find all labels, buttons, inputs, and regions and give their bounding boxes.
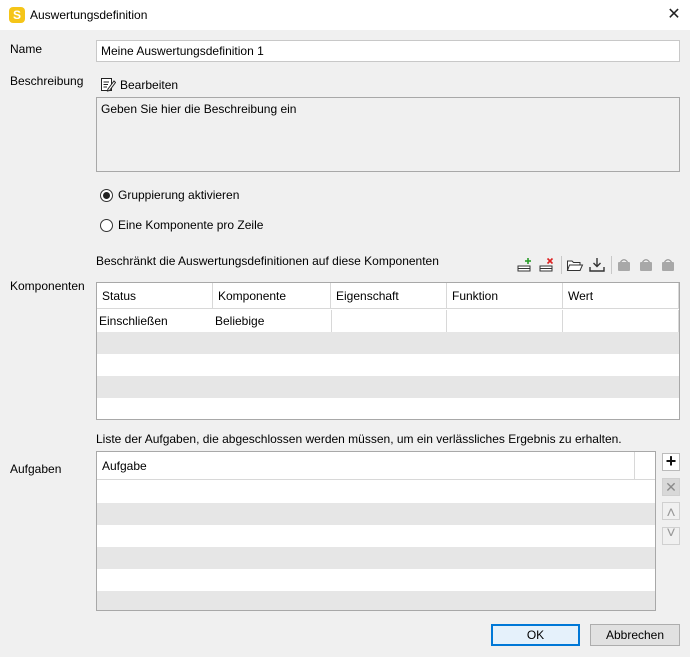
open-folder-icon[interactable] bbox=[566, 256, 584, 274]
table-row bbox=[97, 503, 655, 525]
components-grid[interactable]: Status Komponente Eigenschaft Funktion W… bbox=[96, 282, 680, 420]
column-header-task[interactable]: Aufgabe bbox=[97, 452, 635, 480]
bucket-icon[interactable] bbox=[659, 256, 677, 274]
components-grid-header: Status Komponente Eigenschaft Funktion W… bbox=[97, 283, 679, 309]
table-cell: Einschließen bbox=[99, 314, 168, 328]
table-row bbox=[97, 547, 655, 569]
description-text: Geben Sie hier die Beschreibung ein bbox=[101, 102, 297, 116]
tasks-grid-header: Aufgabe bbox=[97, 452, 655, 480]
table-cell bbox=[447, 310, 563, 332]
table-cell bbox=[563, 310, 679, 332]
ok-button[interactable]: OK bbox=[491, 624, 580, 646]
remove-task-button[interactable]: ✕ bbox=[662, 478, 680, 496]
close-icon[interactable]: ✕ bbox=[662, 4, 686, 26]
table-row bbox=[97, 332, 679, 354]
download-icon[interactable] bbox=[588, 256, 606, 274]
table-row[interactable]: Einschließen Beliebige bbox=[97, 310, 679, 332]
name-label: Name bbox=[10, 42, 43, 56]
column-header-status[interactable]: Status bbox=[97, 283, 213, 309]
per-row-radio[interactable] bbox=[100, 219, 113, 232]
tasks-grid[interactable]: Aufgabe bbox=[96, 451, 656, 611]
table-row bbox=[97, 354, 679, 376]
add-row-icon[interactable] bbox=[516, 256, 534, 274]
components-label: Komponenten bbox=[10, 279, 85, 293]
table-row bbox=[97, 481, 655, 503]
cancel-button[interactable]: Abbrechen bbox=[590, 624, 680, 646]
bucket-icon[interactable] bbox=[615, 256, 633, 274]
add-task-button[interactable]: + bbox=[662, 452, 680, 471]
delete-row-icon[interactable] bbox=[538, 256, 556, 274]
table-row bbox=[97, 569, 655, 591]
move-up-task-button[interactable]: ˄ bbox=[662, 502, 680, 522]
grouping-radio[interactable] bbox=[100, 189, 113, 202]
grouping-radio-label[interactable]: Gruppierung aktivieren bbox=[118, 188, 239, 202]
table-row bbox=[97, 398, 679, 419]
per-row-radio-label[interactable]: Eine Komponente pro Zeile bbox=[118, 218, 263, 232]
name-input[interactable] bbox=[96, 40, 680, 62]
app-logo-icon: S bbox=[9, 7, 25, 23]
toolbar-divider bbox=[611, 256, 612, 274]
bucket-icon[interactable] bbox=[637, 256, 655, 274]
column-header-component[interactable]: Komponente bbox=[213, 283, 331, 309]
tasks-hint: Liste der Aufgaben, die abgeschlossen we… bbox=[96, 432, 622, 446]
toolbar-divider bbox=[561, 256, 562, 274]
description-textarea[interactable]: Geben Sie hier die Beschreibung ein bbox=[96, 97, 680, 172]
description-label: Beschreibung bbox=[10, 74, 84, 88]
move-down-task-button[interactable]: ˅ bbox=[662, 526, 680, 545]
table-cell bbox=[331, 310, 447, 332]
tasks-label: Aufgaben bbox=[10, 462, 62, 476]
column-header-function[interactable]: Funktion bbox=[447, 283, 563, 309]
edit-description-link[interactable]: Bearbeiten bbox=[120, 78, 178, 92]
edit-icon[interactable] bbox=[100, 76, 117, 92]
table-row bbox=[97, 376, 679, 398]
table-cell: Beliebige bbox=[215, 314, 265, 328]
window-title: Auswertungsdefinition bbox=[30, 8, 148, 22]
table-row bbox=[97, 525, 655, 547]
components-hint: Beschränkt die Auswertungsdefinitionen a… bbox=[96, 254, 439, 268]
column-header-value[interactable]: Wert bbox=[563, 283, 679, 309]
column-header-property[interactable]: Eigenschaft bbox=[331, 283, 447, 309]
table-row bbox=[97, 591, 655, 610]
